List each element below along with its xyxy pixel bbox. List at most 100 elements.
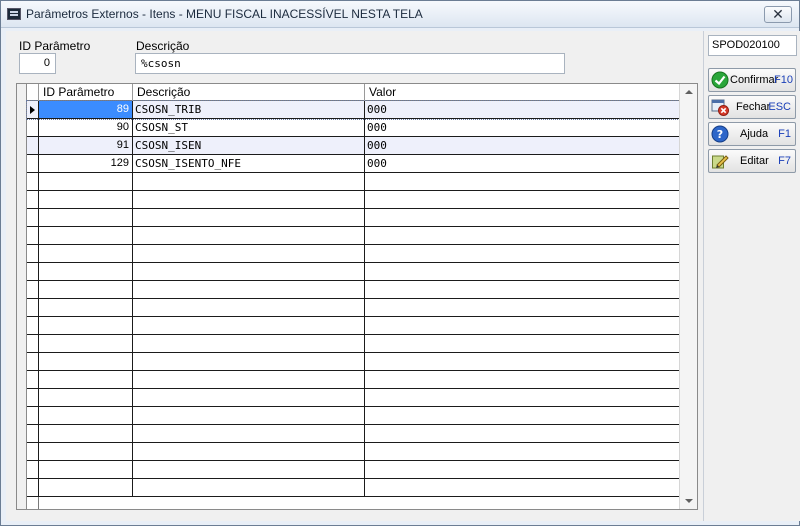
cell-valor[interactable] (365, 209, 689, 226)
cell-descricao[interactable] (133, 173, 365, 190)
cell-valor[interactable]: 000 (365, 137, 689, 154)
cell-valor[interactable] (365, 335, 689, 352)
cell-id-parametro[interactable] (39, 281, 133, 298)
cell-valor[interactable] (365, 353, 689, 370)
empty-row[interactable] (27, 245, 679, 263)
parameters-grid[interactable]: ID Parâmetro Descrição Valor 89 CSOSN_TRI… (16, 83, 698, 510)
cell-id-parametro[interactable] (39, 443, 133, 460)
empty-row[interactable] (27, 335, 679, 353)
help-button[interactable]: ? Ajuda F1 (708, 122, 796, 146)
cell-descricao[interactable] (133, 425, 365, 442)
cell-id-parametro[interactable] (39, 173, 133, 190)
cell-valor[interactable]: 000 (365, 101, 689, 118)
cell-id-parametro[interactable]: 91 (39, 137, 133, 154)
cell-valor[interactable] (365, 191, 689, 208)
cell-id-parametro[interactable] (39, 299, 133, 316)
cell-descricao[interactable] (133, 227, 365, 244)
empty-row[interactable] (27, 389, 679, 407)
cell-descricao[interactable] (133, 443, 365, 460)
scroll-down-icon[interactable] (685, 499, 693, 503)
cell-valor[interactable]: 000 (365, 119, 689, 136)
vertical-scrollbar[interactable] (679, 84, 697, 509)
cell-valor[interactable] (365, 407, 689, 424)
empty-row[interactable] (27, 227, 679, 245)
cell-id-parametro[interactable]: 90 (39, 119, 133, 136)
empty-row[interactable] (27, 353, 679, 371)
cell-valor[interactable] (365, 317, 689, 334)
empty-row[interactable] (27, 479, 679, 497)
table-row[interactable]: 91 CSOSN_ISEN 000 (27, 137, 679, 155)
cell-descricao[interactable] (133, 371, 365, 388)
cell-id-parametro[interactable]: 89 (39, 101, 133, 118)
close-form-button[interactable]: Fechar ESC (708, 95, 796, 119)
empty-row[interactable] (27, 209, 679, 227)
cell-valor[interactable] (365, 281, 689, 298)
cell-descricao[interactable] (133, 263, 365, 280)
descricao-input[interactable]: %csosn (135, 53, 565, 74)
header-descricao[interactable]: Descrição (133, 84, 365, 101)
window-close-button[interactable]: ✕ (764, 6, 792, 23)
cell-valor[interactable] (365, 443, 689, 460)
cell-valor[interactable]: 000 (365, 155, 689, 172)
cell-descricao[interactable] (133, 407, 365, 424)
empty-row[interactable] (27, 443, 679, 461)
empty-row[interactable] (27, 407, 679, 425)
cell-descricao[interactable]: CSOSN_TRIB (133, 101, 365, 118)
confirm-button[interactable]: Confirmar F10 (708, 68, 796, 92)
empty-row[interactable] (27, 191, 679, 209)
cell-valor[interactable] (365, 299, 689, 316)
cell-id-parametro[interactable] (39, 389, 133, 406)
empty-row[interactable] (27, 173, 679, 191)
cell-id-parametro[interactable] (39, 263, 133, 280)
header-id-parametro[interactable]: ID Parâmetro (39, 84, 133, 101)
empty-row[interactable] (27, 263, 679, 281)
cell-valor[interactable] (365, 479, 689, 496)
scroll-up-icon[interactable] (685, 90, 693, 94)
cell-valor[interactable] (365, 173, 689, 190)
table-row[interactable]: 129 CSOSN_ISENTO_NFE 000 (27, 155, 679, 173)
empty-row[interactable] (27, 281, 679, 299)
empty-row[interactable] (27, 299, 679, 317)
cell-descricao[interactable]: CSOSN_ISEN (133, 137, 365, 154)
cell-id-parametro[interactable] (39, 335, 133, 352)
cell-id-parametro[interactable] (39, 191, 133, 208)
cell-id-parametro[interactable] (39, 245, 133, 262)
cell-descricao[interactable] (133, 353, 365, 370)
header-valor[interactable]: Valor (365, 84, 679, 101)
cell-id-parametro[interactable] (39, 353, 133, 370)
table-row[interactable]: 89 CSOSN_TRIB 000 (26, 100, 680, 120)
cell-id-parametro[interactable] (39, 407, 133, 424)
cell-descricao[interactable] (133, 479, 365, 496)
edit-button[interactable]: Editar F7 (708, 149, 796, 173)
cell-id-parametro[interactable] (39, 479, 133, 496)
cell-valor[interactable] (365, 389, 689, 406)
cell-descricao[interactable] (133, 317, 365, 334)
cell-descricao[interactable] (133, 245, 365, 262)
cell-valor[interactable] (365, 245, 689, 262)
cell-id-parametro[interactable] (39, 461, 133, 478)
cell-valor[interactable] (365, 263, 689, 280)
cell-id-parametro[interactable] (39, 425, 133, 442)
cell-valor[interactable] (365, 425, 689, 442)
empty-row[interactable] (27, 425, 679, 443)
cell-descricao[interactable]: CSOSN_ST (133, 119, 365, 136)
cell-valor[interactable] (365, 227, 689, 244)
cell-id-parametro[interactable] (39, 317, 133, 334)
cell-descricao[interactable] (133, 461, 365, 478)
cell-id-parametro[interactable] (39, 371, 133, 388)
cell-descricao[interactable] (133, 335, 365, 352)
cell-id-parametro[interactable]: 129 (39, 155, 133, 172)
cell-descricao[interactable] (133, 209, 365, 226)
empty-row[interactable] (27, 317, 679, 335)
cell-descricao[interactable]: CSOSN_ISENTO_NFE (133, 155, 365, 172)
id-parametro-input[interactable]: 0 (19, 53, 56, 74)
cell-descricao[interactable] (133, 281, 365, 298)
table-row[interactable]: 90 CSOSN_ST 000 (27, 119, 679, 137)
cell-descricao[interactable] (133, 191, 365, 208)
cell-descricao[interactable] (133, 299, 365, 316)
cell-id-parametro[interactable] (39, 209, 133, 226)
cell-valor[interactable] (365, 371, 689, 388)
cell-descricao[interactable] (133, 389, 365, 406)
cell-valor[interactable] (365, 461, 689, 478)
empty-row[interactable] (27, 461, 679, 479)
